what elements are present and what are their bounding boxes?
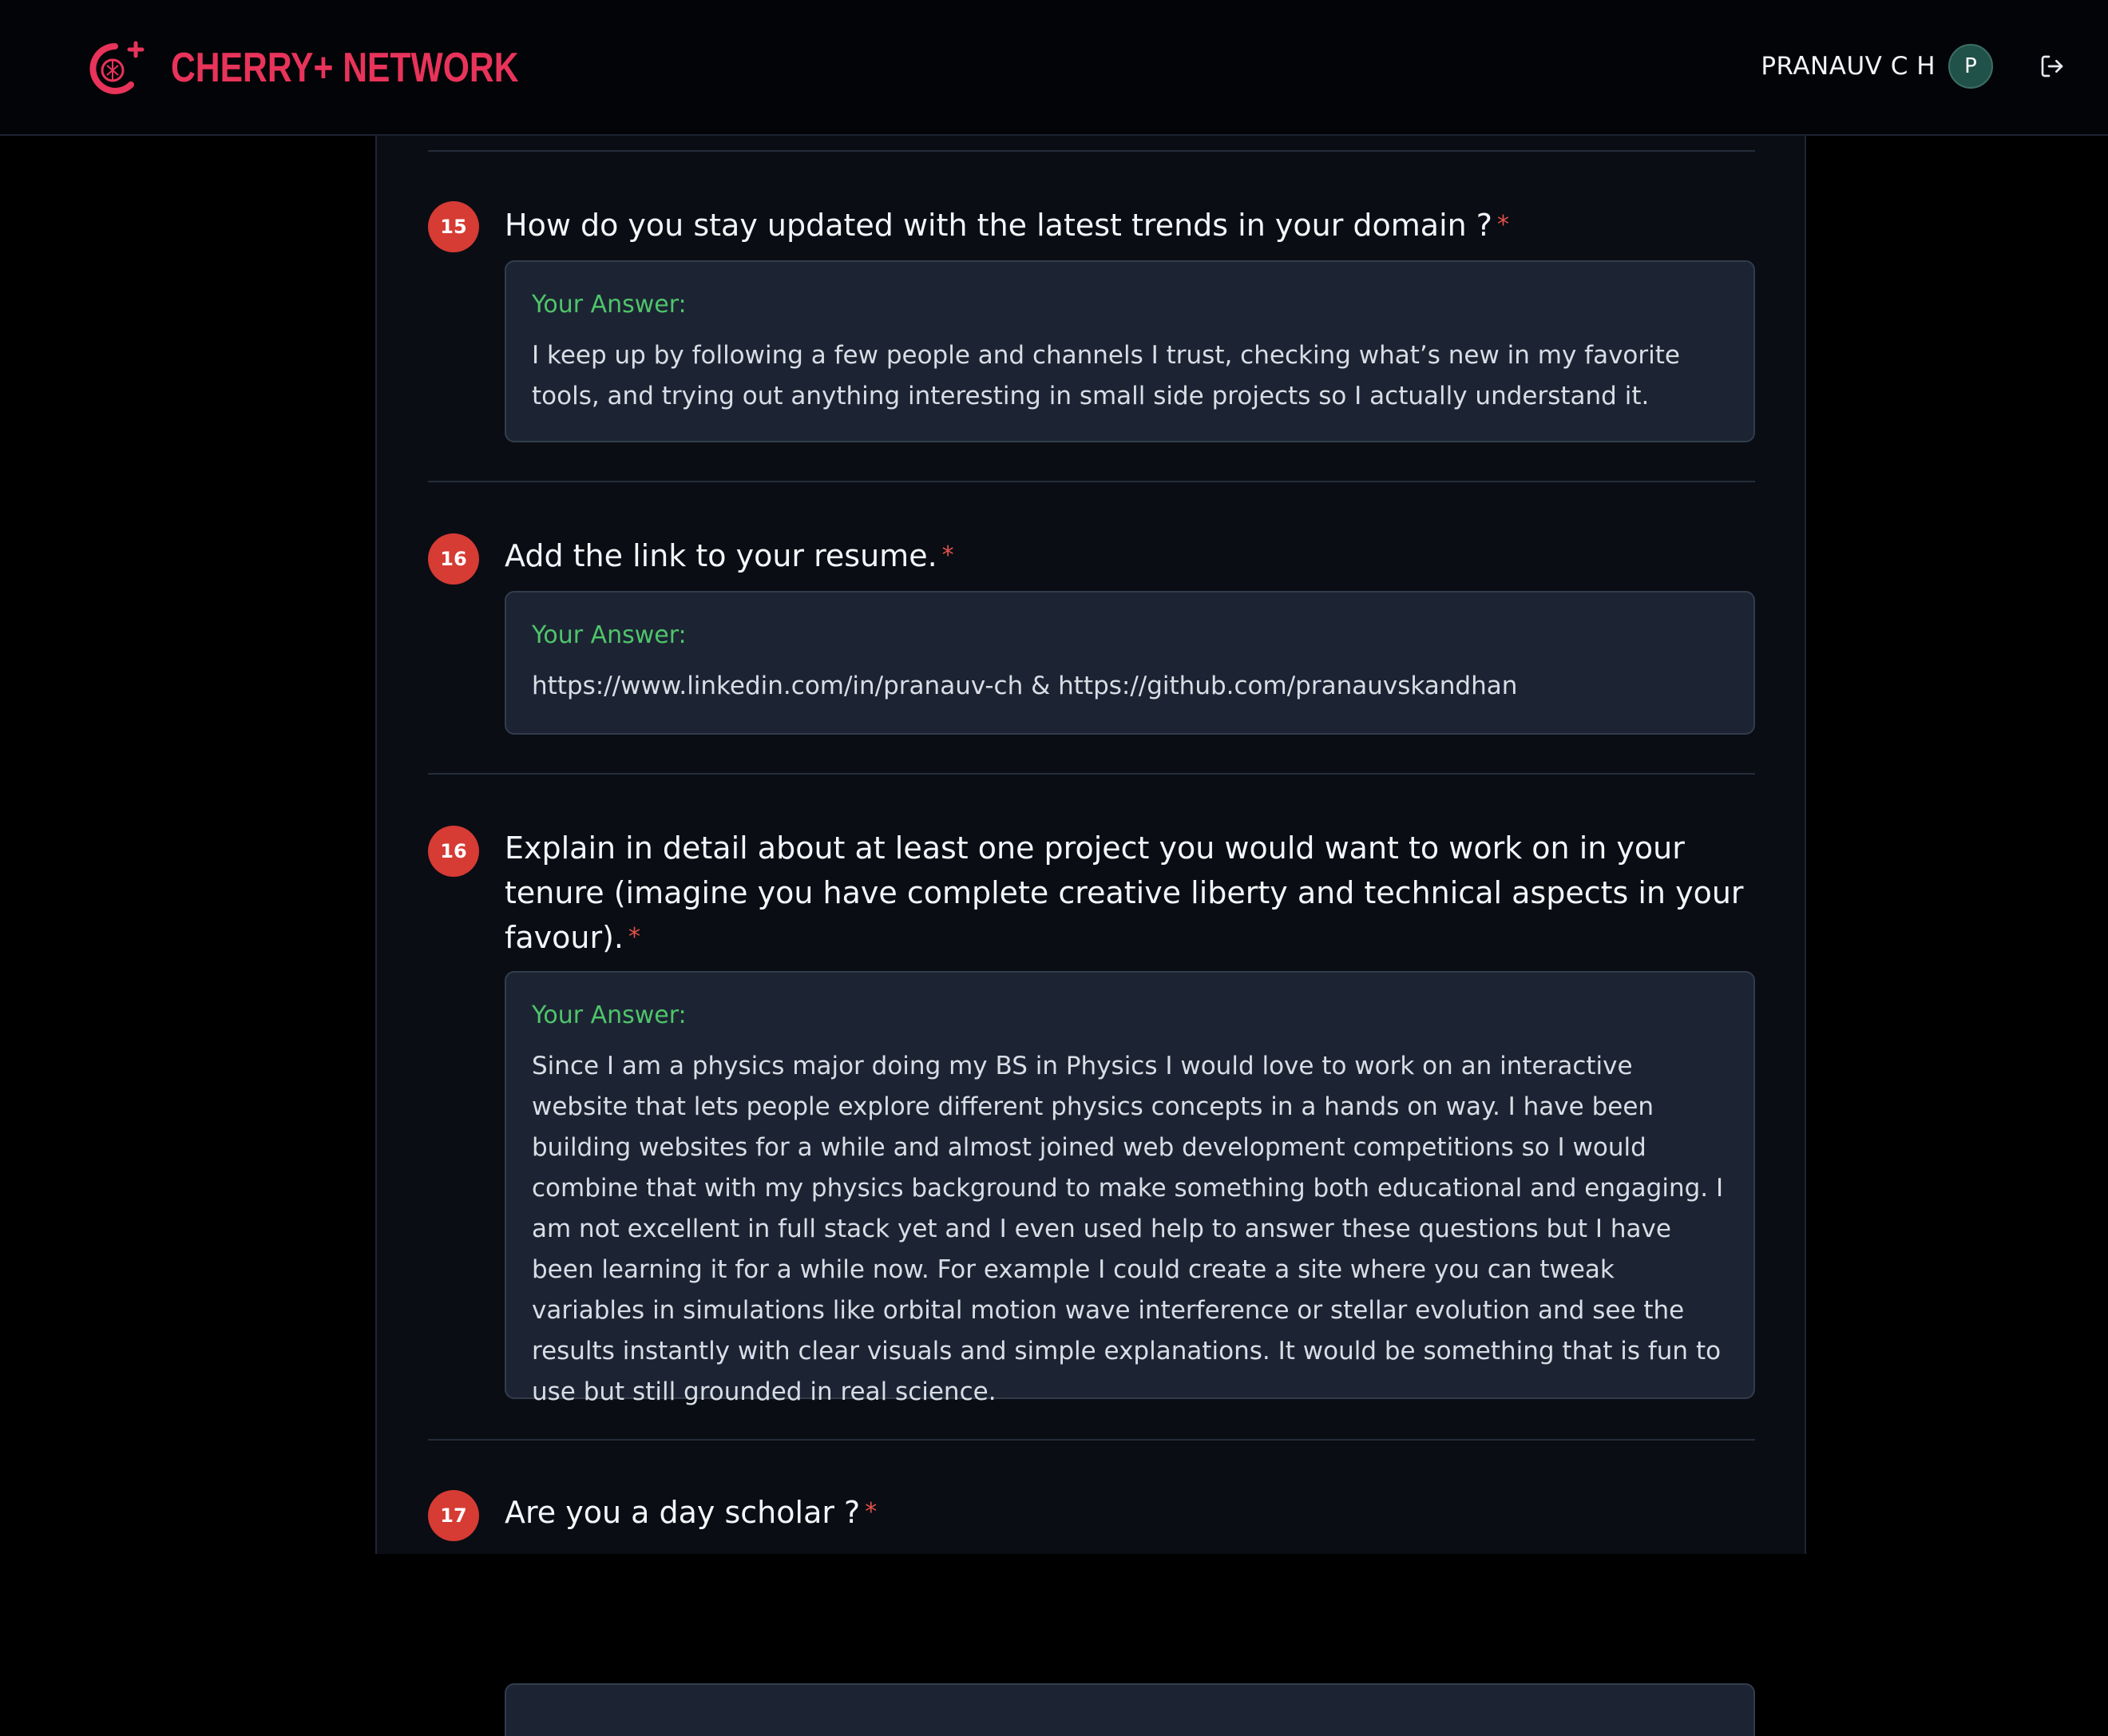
answer-box: Your Answer: https://www.linkedin.com/in… xyxy=(505,591,1755,735)
question-title: How do you stay updated with the latest … xyxy=(505,203,1755,248)
divider xyxy=(428,773,1755,775)
user-area: PRANAUV C H P xyxy=(1761,40,2108,93)
question-number-badge: 15 xyxy=(428,201,479,252)
required-marker: * xyxy=(628,923,641,951)
question-number-badge: 16 xyxy=(428,533,479,585)
divider xyxy=(428,481,1755,482)
divider xyxy=(428,150,1755,152)
divider xyxy=(428,1439,1755,1441)
required-marker: * xyxy=(1496,211,1509,239)
form-response-panel: 15 How do you stay updated with the late… xyxy=(375,136,1806,1736)
avatar[interactable]: P xyxy=(1948,44,1993,89)
answer-box-partial xyxy=(505,1683,1755,1736)
brand[interactable]: CHERRY+ NETWORK xyxy=(83,40,595,96)
question-title: Are you a day scholar ? * xyxy=(505,1490,1755,1535)
question-17: 17 Are you a day scholar ? * xyxy=(428,1490,1755,1736)
question-text: How do you stay updated with the latest … xyxy=(505,208,1492,243)
answer-text: https://www.linkedin.com/in/pranauv-ch &… xyxy=(532,672,1518,700)
question-number-badge: 17 xyxy=(428,1490,479,1541)
answer-box: Your Answer: I keep up by following a fe… xyxy=(505,260,1755,442)
user-name: PRANAUV C H xyxy=(1761,52,1936,81)
question-text: Are you a day scholar ? xyxy=(505,1495,861,1530)
answer-label: Your Answer: xyxy=(532,1001,687,1029)
brand-name: CHERRY+ NETWORK xyxy=(171,45,519,91)
required-marker: * xyxy=(941,541,954,569)
logout-button[interactable] xyxy=(2036,50,2068,82)
answer-text: I keep up by following a few people and … xyxy=(532,341,1680,410)
answer-label: Your Answer: xyxy=(532,291,687,319)
required-marker: * xyxy=(865,1498,878,1526)
cherry-logo-icon xyxy=(89,41,145,94)
question-title: Explain in detail about at least one pro… xyxy=(505,826,1755,960)
top-navbar: CHERRY+ NETWORK PRANAUV C H P xyxy=(0,0,2108,136)
question-15: 15 How do you stay updated with the late… xyxy=(428,201,1755,442)
question-16-project: 16 Explain in detail about at least one … xyxy=(428,826,1755,1406)
question-title: Add the link to your resume. * xyxy=(505,533,1755,578)
question-16-resume: 16 Add the link to your resume. * Your An… xyxy=(428,533,1755,735)
answer-text: Since I am a physics major doing my BS i… xyxy=(532,1052,1724,1406)
question-text: Add the link to your resume. xyxy=(505,538,937,573)
answer-box: Your Answer: Since I am a physics major … xyxy=(505,971,1755,1406)
answer-label: Your Answer: xyxy=(532,621,687,649)
logout-icon xyxy=(2041,55,2063,77)
question-text: Explain in detail about at least one pro… xyxy=(505,830,1744,955)
question-number-badge: 16 xyxy=(428,826,479,877)
